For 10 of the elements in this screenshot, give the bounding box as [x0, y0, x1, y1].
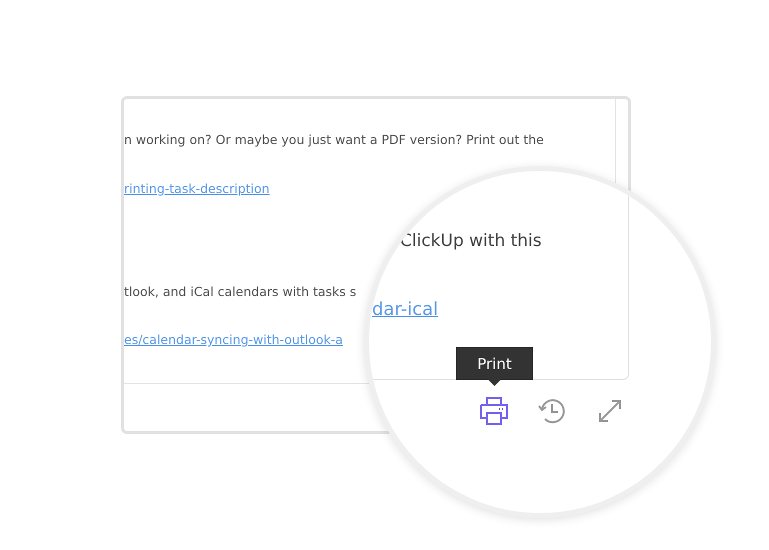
description-text: tlook, and iCal calendars with tasks s	[124, 283, 356, 301]
tooltip: Print	[456, 347, 533, 386]
history-icon	[537, 396, 567, 426]
link[interactable]: dar-ical	[372, 299, 438, 320]
description-text: n working on? Or maybe you just want a PDF version? Print out the	[124, 131, 544, 149]
link[interactable]: es/calendar-syncing-with-outlook-a	[124, 331, 343, 349]
expand-icon	[597, 398, 623, 424]
printer-icon	[478, 396, 510, 426]
print-button[interactable]	[477, 395, 511, 427]
link[interactable]: rinting-task-description	[124, 180, 270, 198]
